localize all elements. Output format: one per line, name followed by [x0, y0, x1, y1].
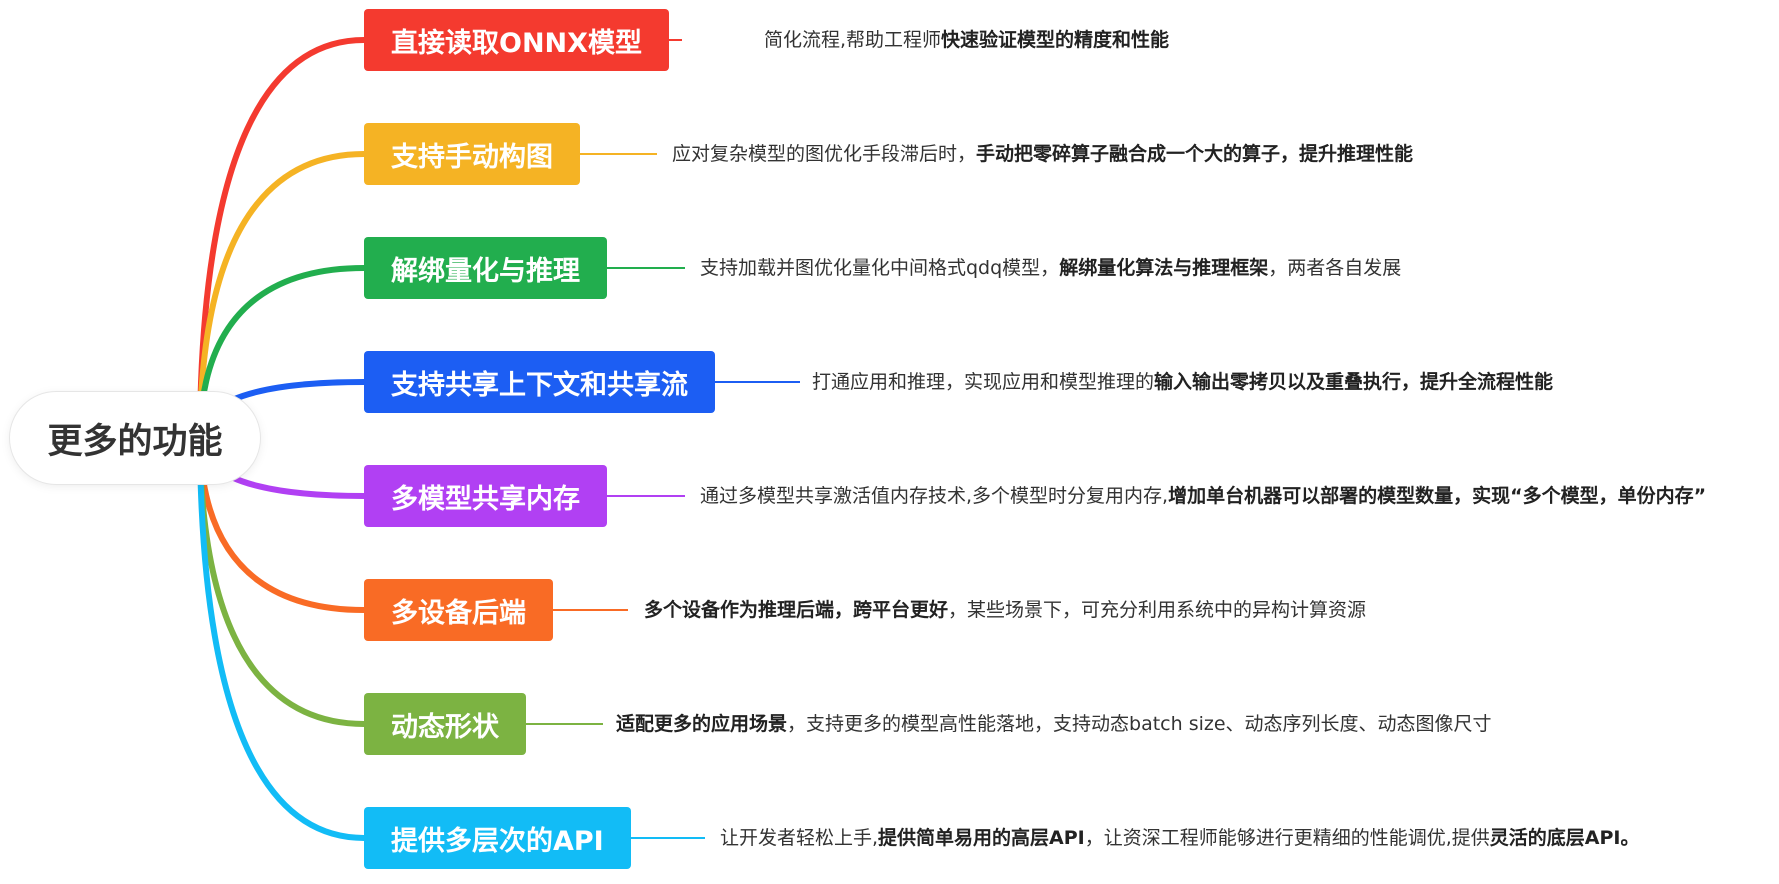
topic-description: 通过多模型共享激活值内存技术,多个模型时分复用内存,增加单台机器可以部署的模型数…	[700, 481, 1706, 511]
topic-box: 提供多层次的API	[364, 807, 631, 869]
description-highlight: 多个设备作为推理后端，跨平台更好	[644, 599, 949, 621]
description-highlight: 手动把零碎算子融合成一个大的算子，提升推理性能	[976, 143, 1414, 165]
mindmap-connectors	[197, 37, 800, 841]
topic-label: 多模型共享内存	[391, 483, 580, 515]
topic-description: 支持加载并图优化量化中间格式qdq模型，解绑量化算法与推理框架，两者各自发展	[700, 253, 1401, 283]
description-text: 应对复杂模型的图优化手段滞后时，	[672, 143, 977, 165]
description-text: ，支持更多的模型高性能落地，支持动态batch size、动态序列长度、动态图像…	[787, 713, 1492, 735]
topic-box: 动态形状	[364, 693, 526, 755]
topic-label: 解绑量化与推理	[391, 255, 580, 287]
root-topic: 更多的功能	[10, 392, 260, 484]
branch-curve	[197, 452, 367, 841]
description-text: 让开发者轻松上手,	[720, 827, 879, 849]
topic-label: 动态形状	[391, 711, 499, 743]
topic-label: 支持手动构图	[391, 141, 553, 173]
description-highlight: 解绑量化算法与推理框架	[1059, 257, 1269, 279]
topic-description: 打通应用和推理，实现应用和模型推理的输入输出零拷贝以及重叠执行，提升全流程性能	[812, 367, 1553, 397]
description-text: 支持加载并图优化量化中间格式qdq模型，	[700, 257, 1060, 279]
topic-box: 支持手动构图	[364, 123, 580, 185]
topic-label: 多设备后端	[391, 597, 526, 629]
description-highlight: 输入输出零拷贝以及重叠执行，提升全流程性能	[1154, 371, 1554, 393]
description-text: 打通应用和推理，实现应用和模型推理的	[812, 371, 1155, 393]
topic-box: 多设备后端	[364, 579, 553, 641]
topic-description: 应对复杂模型的图优化手段滞后时，手动把零碎算子融合成一个大的算子，提升推理性能	[672, 139, 1413, 169]
topic-box: 支持共享上下文和共享流	[364, 351, 715, 413]
description-text: ，某些场景下，可充分利用系统中的异构计算资源	[948, 599, 1367, 621]
topic-label: 提供多层次的API	[391, 825, 604, 857]
branch-curve	[197, 37, 367, 424]
topic-box: 多模型共享内存	[364, 465, 607, 527]
topic-box: 解绑量化与推理	[364, 237, 607, 299]
description-highlight: 提供简单易用的高层API	[878, 827, 1085, 849]
topic-description: 适配更多的应用场景，支持更多的模型高性能落地，支持动态batch size、动态…	[616, 709, 1492, 739]
topic-description: 让开发者轻松上手,提供简单易用的高层API，让资深工程师能够进行更精细的性能调优…	[720, 823, 1640, 853]
description-text: ，让资深工程师能够进行更精细的性能调优,提供	[1084, 827, 1490, 849]
topic-label: 直接读取ONNX模型	[391, 27, 642, 59]
topic-description: 简化流程,帮助工程师快速验证模型的精度和性能	[764, 25, 1169, 55]
description-text: 简化流程,帮助工程师	[764, 29, 942, 51]
description-highlight: 增加单台机器可以部署的模型数量，实现“多个模型，单份内存”	[1168, 485, 1707, 507]
topic-description: 多个设备作为推理后端，跨平台更好，某些场景下，可充分利用系统中的异构计算资源	[644, 595, 1366, 625]
description-highlight: 适配更多的应用场景	[616, 713, 788, 735]
description-highlight: 灵活的底层API。	[1489, 827, 1640, 849]
description-text: 通过多模型共享激活值内存技术,多个模型时分复用内存,	[700, 485, 1169, 507]
topic-label: 支持共享上下文和共享流	[391, 369, 688, 401]
description-highlight: 快速验证模型的精度和性能	[941, 29, 1170, 51]
description-text: ，两者各自发展	[1268, 257, 1402, 279]
topic-box: 直接读取ONNX模型	[364, 9, 669, 71]
